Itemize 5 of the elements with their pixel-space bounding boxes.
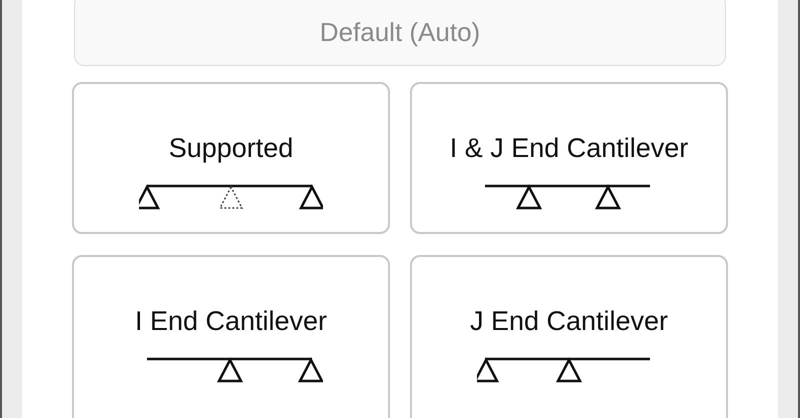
option-button[interactable]: I & J End Cantilever [410,82,728,234]
option-button[interactable]: Supported [72,82,390,234]
beam-diagram-icon [139,184,323,212]
option-button[interactable]: I End Cantilever [72,255,390,418]
option-button[interactable]: J End Cantilever [410,255,728,418]
